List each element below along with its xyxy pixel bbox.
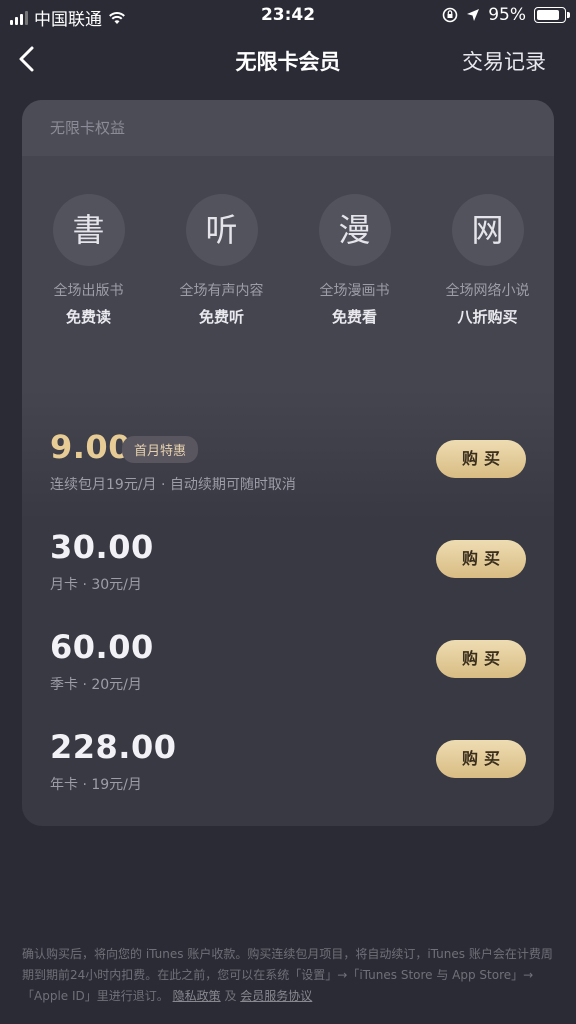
plan-price: 30.00 — [50, 528, 154, 566]
plan-detail: 季卡 · 20元/月 — [50, 677, 142, 693]
benefit-sub: 免费看 — [331, 308, 377, 326]
benefit-desc: 全场有声内容 — [179, 283, 264, 299]
battery-icon — [534, 7, 570, 23]
benefit-audio: 听 全场有声内容 免费听 — [155, 194, 288, 327]
plan-detail: 连续包月19元/月 · 自动续期可随时取消 — [50, 477, 296, 493]
member-agreement-link[interactable]: 会员服务协议 — [240, 989, 312, 1003]
benefit-comics: 漫 全场漫画书 免费看 — [288, 194, 421, 327]
rotation-lock-icon — [442, 7, 458, 23]
benefit-desc: 全场漫画书 — [319, 283, 390, 299]
buy-button[interactable]: 购买 — [436, 740, 526, 778]
benefit-desc: 全场出版书 — [53, 283, 124, 299]
plan-monthly: 30.00 月卡 · 30元/月 购买 — [22, 528, 554, 608]
benefit-sub: 八折购买 — [457, 308, 518, 326]
plan-quarterly: 60.00 季卡 · 20元/月 购买 — [22, 628, 554, 708]
first-month-badge: 首月特惠 — [122, 436, 199, 463]
plan-price: 9.00 — [50, 428, 131, 466]
benefits-row: 書 全场出版书 免费读 听 全场有声内容 免费听 漫 全场漫画书 免费看 网 全… — [22, 194, 554, 327]
conjunction-text: 及 — [224, 989, 237, 1003]
comic-icon: 漫 — [318, 194, 391, 266]
book-icon: 書 — [52, 194, 125, 266]
plan-price: 60.00 — [50, 628, 154, 666]
plan-yearly: 228.00 年卡 · 19元/月 购买 — [22, 728, 554, 808]
buy-button[interactable]: 购买 — [436, 440, 526, 478]
buy-button[interactable]: 购买 — [436, 540, 526, 578]
benefits-header: 无限卡权益 — [22, 100, 554, 156]
plan-detail: 年卡 · 19元/月 — [50, 777, 142, 793]
plan-monthly-auto: 9.00 首月特惠 连续包月19元/月 · 自动续期可随时取消 购买 — [22, 428, 554, 508]
benefit-desc: 全场网络小说 — [445, 283, 530, 299]
buy-button[interactable]: 购买 — [436, 640, 526, 678]
plan-detail: 月卡 · 30元/月 — [50, 577, 142, 593]
benefit-books: 書 全场出版书 免费读 — [22, 194, 155, 327]
audio-icon: 听 — [185, 194, 258, 266]
benefit-web-novels: 网 全场网络小说 八折购买 — [421, 194, 554, 327]
membership-card: 无限卡权益 書 全场出版书 免费读 听 全场有声内容 免费听 漫 全场漫画书 免… — [22, 100, 554, 826]
transaction-records-button[interactable]: 交易记录 — [462, 46, 546, 76]
nav-bar: 无限卡会员 交易记录 — [0, 38, 576, 82]
benefit-sub: 免费读 — [65, 308, 111, 326]
purchase-disclaimer: 确认购买后，将向您的 iTunes 账户收款。购买连续包月项目，将自动续订，iT… — [22, 944, 558, 1007]
status-bar: 中国联通 23:42 95% — [0, 0, 576, 30]
plan-price: 228.00 — [50, 728, 177, 766]
location-icon — [467, 9, 480, 21]
battery-percent: 95% — [488, 5, 526, 25]
privacy-policy-link[interactable]: 隐私政策 — [173, 989, 221, 1003]
benefit-sub: 免费听 — [198, 308, 244, 326]
web-novel-icon: 网 — [451, 194, 524, 266]
